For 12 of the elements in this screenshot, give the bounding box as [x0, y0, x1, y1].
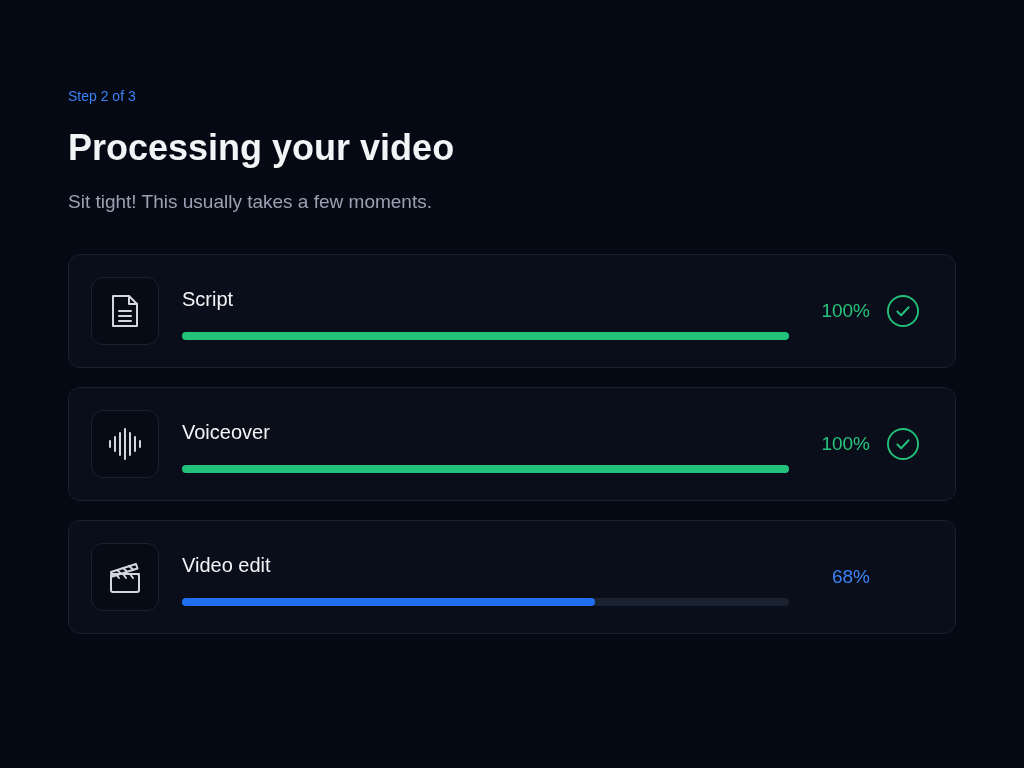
task-name: Voiceover [182, 420, 270, 443]
progress-percent: 68% [831, 565, 870, 589]
document-icon [110, 293, 140, 329]
progress-percent: 100% [821, 299, 870, 323]
task-name: Video edit [182, 553, 271, 576]
clapperboard-icon [109, 560, 141, 594]
page-subtitle: Sit tight! This usually takes a few moments. [68, 190, 432, 214]
task-name: Script [182, 287, 234, 310]
step-indicator: Step 2 of 3 [68, 87, 136, 106]
progress-percent: 100% [821, 432, 870, 456]
page-title: Processing your video [68, 126, 455, 170]
waveform-icon [109, 428, 141, 460]
